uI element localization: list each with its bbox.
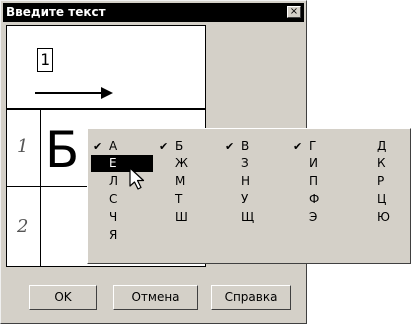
checkmark-icon: ✔ [159, 140, 169, 153]
char-label: Ч [109, 210, 118, 224]
title-bar: Введите текст × [3, 3, 304, 22]
char-menu-item[interactable]: С [91, 191, 153, 208]
char-menu-item[interactable]: П [291, 173, 353, 190]
char-label: Д [377, 139, 387, 153]
char-label: Ц [377, 192, 387, 206]
close-icon: × [289, 6, 299, 17]
char-label: Ю [377, 210, 390, 224]
char-label: В [241, 139, 250, 153]
arrow-head-icon [101, 87, 113, 99]
char-menu-item[interactable]: ✔ Б [157, 138, 219, 155]
char-menu-item[interactable]: З [223, 155, 285, 172]
arrow-icon [35, 92, 103, 94]
help-button[interactable]: Справка [211, 285, 291, 310]
char-label: Ж [175, 156, 188, 170]
row-number: 2 [17, 216, 29, 237]
char-menu-item[interactable]: Д [359, 138, 411, 155]
char-label: Т [175, 192, 183, 206]
char-menu-item[interactable]: Я [91, 227, 153, 244]
char-label: Щ [241, 210, 255, 224]
char-label: Е [109, 156, 117, 170]
char-menu-item[interactable]: Ч [91, 209, 153, 226]
close-button[interactable]: × [287, 6, 301, 18]
char-menu-item[interactable]: Т [157, 191, 219, 208]
char-label: К [377, 156, 386, 170]
char-label: Б [175, 139, 184, 153]
preview-panel: 1 [6, 25, 206, 109]
char-menu-item[interactable]: ✔ А [91, 138, 153, 155]
dialog-title: Введите текст [6, 5, 106, 19]
char-label: М [175, 174, 186, 188]
char-label: Э [309, 210, 318, 224]
char-label: Н [241, 174, 251, 188]
checkmark-icon: ✔ [293, 140, 303, 153]
char-label: П [309, 174, 319, 188]
char-menu-item[interactable]: Ц [359, 191, 411, 208]
char-menu-item[interactable]: Ш [157, 209, 219, 226]
checkmark-icon: ✔ [225, 140, 235, 153]
char-label: З [241, 156, 249, 170]
char-menu-item[interactable]: Ф [291, 191, 353, 208]
grid-divider-vertical [40, 110, 41, 266]
char-label: Я [109, 228, 118, 242]
char-menu-item[interactable]: ✔ В [223, 138, 285, 155]
char-label: А [109, 139, 118, 153]
char-label: Ф [309, 192, 320, 206]
char-menu-item[interactable]: Р [359, 173, 411, 190]
char-menu-item[interactable]: Ю [359, 209, 411, 226]
cancel-button[interactable]: Отмена [113, 285, 198, 310]
char-menu-item[interactable]: Э [291, 209, 353, 226]
char-menu-item[interactable]: К [359, 155, 411, 172]
char-menu-item[interactable]: Щ [223, 209, 285, 226]
char-menu-item[interactable]: М [157, 173, 219, 190]
char-menu-item[interactable]: У [223, 191, 285, 208]
number-box: 1 [37, 48, 53, 72]
char-menu-item[interactable]: ✔ Г [291, 138, 353, 155]
character-picker-menu: ✔ А ✔ Б ✔ В ✔ Г Д Е Ж З И К Л М Н П Р С Т У Ф Ц Ч Ш Щ Э Ю Я [87, 128, 411, 264]
ok-button[interactable]: OK [29, 285, 97, 310]
char-menu-item[interactable]: Н [223, 173, 285, 190]
char-menu-item[interactable]: Ж [157, 155, 219, 172]
char-menu-item[interactable]: И [291, 155, 353, 172]
char-label: С [109, 192, 118, 206]
char-label: И [309, 156, 318, 170]
char-label: У [241, 192, 249, 206]
checkmark-icon: ✔ [93, 140, 103, 153]
row-number: 1 [17, 136, 29, 157]
mouse-pointer-icon [129, 167, 145, 190]
char-label: Г [309, 139, 317, 153]
char-label: Л [109, 174, 119, 188]
entered-text: Б [45, 121, 80, 179]
char-label: Р [377, 174, 385, 188]
char-label: Ш [175, 210, 188, 224]
